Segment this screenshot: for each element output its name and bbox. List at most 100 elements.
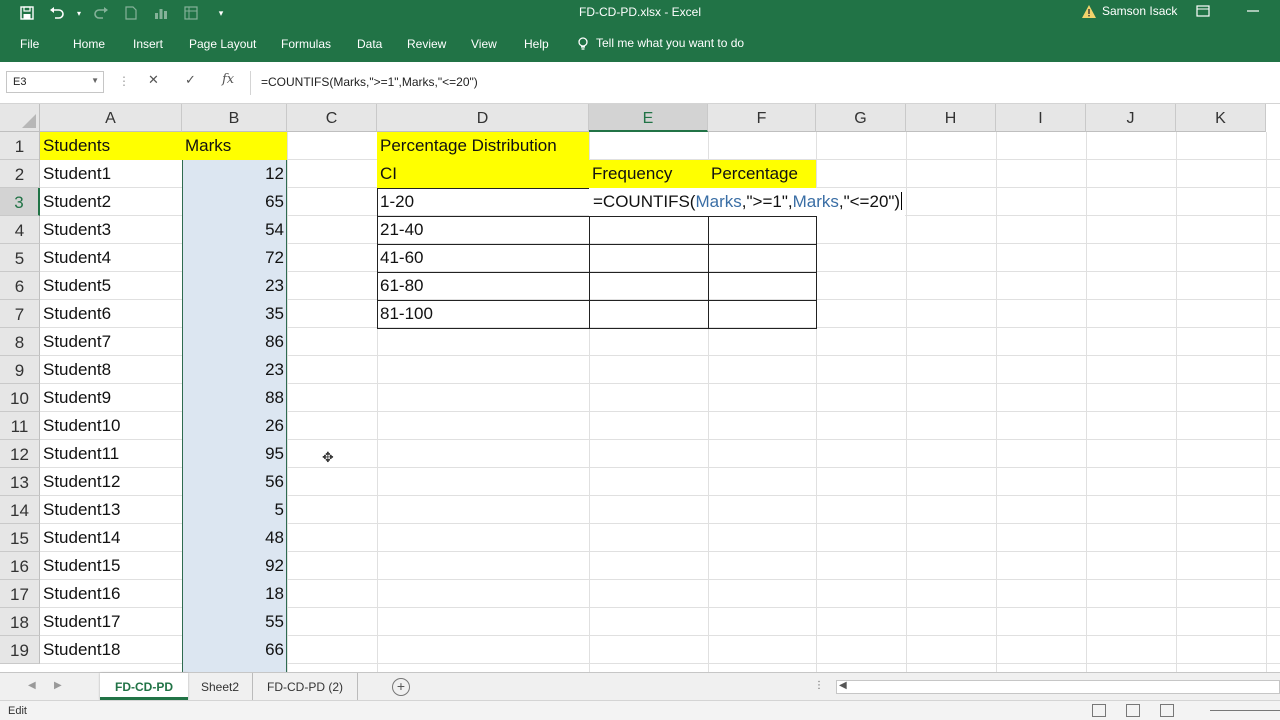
- tab-help[interactable]: Help: [524, 37, 549, 51]
- column-header-f[interactable]: F: [708, 104, 816, 132]
- tab-file[interactable]: File: [20, 37, 39, 51]
- column-header-j[interactable]: J: [1086, 104, 1176, 132]
- cell-student-mark[interactable]: 5: [182, 496, 287, 524]
- cell-class-interval[interactable]: 81-100: [377, 300, 589, 328]
- tab-split-handle-icon[interactable]: ⋮: [814, 680, 824, 691]
- cell-student-mark[interactable]: 65: [182, 188, 287, 216]
- cell-student-name[interactable]: Student3: [40, 216, 182, 244]
- user-account[interactable]: Samson Isack: [1082, 4, 1177, 18]
- cell-student-name[interactable]: Student1: [40, 160, 182, 188]
- select-all-corner[interactable]: [0, 104, 40, 132]
- tab-home[interactable]: Home: [73, 37, 105, 51]
- cell-class-interval[interactable]: 1-20: [377, 188, 589, 216]
- cell-student-mark[interactable]: 72: [182, 244, 287, 272]
- column-header-k[interactable]: K: [1176, 104, 1266, 132]
- row-header-5[interactable]: 5: [0, 244, 40, 272]
- sheet-tab-fd-cd-pd[interactable]: FD-CD-PD: [100, 673, 188, 700]
- column-header-d[interactable]: D: [377, 104, 589, 132]
- row-header-14[interactable]: 14: [0, 496, 40, 524]
- cell-student-name[interactable]: Student2: [40, 188, 182, 216]
- cell-student-mark[interactable]: 95: [182, 440, 287, 468]
- cell-student-name[interactable]: Student6: [40, 300, 182, 328]
- cell-student-name[interactable]: Student7: [40, 328, 182, 356]
- cell-student-name[interactable]: Student10: [40, 412, 182, 440]
- cell-student-mark[interactable]: 88: [182, 384, 287, 412]
- row-header-4[interactable]: 4: [0, 216, 40, 244]
- column-header-e[interactable]: E: [589, 104, 708, 132]
- row-header-11[interactable]: 11: [0, 412, 40, 440]
- cell-student-mark[interactable]: 56: [182, 468, 287, 496]
- row-header-19[interactable]: 19: [0, 636, 40, 664]
- cell-student-mark[interactable]: 48: [182, 524, 287, 552]
- tab-review[interactable]: Review: [407, 37, 446, 51]
- tab-view[interactable]: View: [471, 37, 497, 51]
- cell-e2-frequency-header[interactable]: Frequency: [589, 160, 708, 188]
- name-box-dropdown-icon[interactable]: ▼: [91, 76, 99, 85]
- tab-insert[interactable]: Insert: [133, 37, 163, 51]
- cell-d1-distribution-title[interactable]: Percentage Distribution: [377, 132, 589, 160]
- enter-check-icon[interactable]: ✓: [185, 72, 196, 88]
- row-header-17[interactable]: 17: [0, 580, 40, 608]
- name-box[interactable]: E3 ▼: [6, 71, 104, 93]
- cell-class-interval[interactable]: 21-40: [377, 216, 589, 244]
- cell-b1-marks-header[interactable]: Marks: [182, 132, 287, 160]
- formula-input[interactable]: =COUNTIFS(Marks,">=1",Marks,"<=20"): [250, 71, 1280, 95]
- column-header-g[interactable]: G: [816, 104, 906, 132]
- row-header-16[interactable]: 16: [0, 552, 40, 580]
- row-header-18[interactable]: 18: [0, 608, 40, 636]
- tab-formulas[interactable]: Formulas: [281, 37, 331, 51]
- sheet-tab-fd-cd-pd-2[interactable]: FD-CD-PD (2): [252, 673, 358, 700]
- cell-student-name[interactable]: Student8: [40, 356, 182, 384]
- row-header-13[interactable]: 13: [0, 468, 40, 496]
- cell-student-mark[interactable]: 86: [182, 328, 287, 356]
- horizontal-scrollbar[interactable]: ◀: [836, 680, 1280, 694]
- cell-f2-percentage-header[interactable]: Percentage: [708, 160, 816, 188]
- normal-view-icon[interactable]: [1092, 704, 1106, 717]
- row-header-7[interactable]: 7: [0, 300, 40, 328]
- cell-student-name[interactable]: Student17: [40, 608, 182, 636]
- row-header-9[interactable]: 9: [0, 356, 40, 384]
- add-sheet-icon[interactable]: +: [392, 678, 410, 696]
- column-header-i[interactable]: I: [996, 104, 1086, 132]
- cell-student-mark[interactable]: 55: [182, 608, 287, 636]
- cell-student-name[interactable]: Student11: [40, 440, 182, 468]
- cell-e3-editing[interactable]: =COUNTIFS(Marks,">=1",Marks,"<=20"): [589, 188, 906, 216]
- cell-student-mark[interactable]: 23: [182, 356, 287, 384]
- cell-student-mark[interactable]: 54: [182, 216, 287, 244]
- insert-function-icon[interactable]: fx: [222, 72, 234, 87]
- cell-student-name[interactable]: Student12: [40, 468, 182, 496]
- column-header-b[interactable]: B: [182, 104, 287, 132]
- cell-student-mark[interactable]: 23: [182, 272, 287, 300]
- cell-student-mark[interactable]: 92: [182, 552, 287, 580]
- zoom-slider[interactable]: [1210, 710, 1280, 711]
- column-header-a[interactable]: A: [40, 104, 182, 132]
- row-header-12[interactable]: 12: [0, 440, 40, 468]
- cell-student-name[interactable]: Student4: [40, 244, 182, 272]
- cell-student-name[interactable]: Student15: [40, 552, 182, 580]
- minimize-icon[interactable]: [1246, 4, 1260, 22]
- row-header-1[interactable]: 1: [0, 132, 40, 160]
- tab-data[interactable]: Data: [357, 37, 382, 51]
- cell-a1-students-header[interactable]: Students: [40, 132, 182, 160]
- cell-student-mark[interactable]: 18: [182, 580, 287, 608]
- cell-student-mark[interactable]: 35: [182, 300, 287, 328]
- row-header-8[interactable]: 8: [0, 328, 40, 356]
- tab-page-layout[interactable]: Page Layout: [189, 37, 256, 51]
- cell-student-mark[interactable]: 66: [182, 636, 287, 664]
- cell-class-interval[interactable]: 61-80: [377, 272, 589, 300]
- cell-student-name[interactable]: Student9: [40, 384, 182, 412]
- sheet-prev-icon[interactable]: ◀: [28, 680, 36, 691]
- row-header-10[interactable]: 10: [0, 384, 40, 412]
- cell-student-mark[interactable]: 12: [182, 160, 287, 188]
- row-header-3[interactable]: 3: [0, 188, 40, 216]
- column-header-c[interactable]: C: [287, 104, 377, 132]
- row-header-2[interactable]: 2: [0, 160, 40, 188]
- sheet-tab-sheet2[interactable]: Sheet2: [188, 673, 252, 700]
- cell-d2-ci-header[interactable]: CI: [377, 160, 589, 188]
- cell-student-mark[interactable]: 26: [182, 412, 287, 440]
- page-layout-view-icon[interactable]: [1126, 704, 1140, 717]
- column-header-h[interactable]: H: [906, 104, 996, 132]
- tell-me-search[interactable]: Tell me what you want to do: [576, 36, 744, 50]
- cell-student-name[interactable]: Student5: [40, 272, 182, 300]
- ribbon-display-options-icon[interactable]: [1196, 4, 1210, 22]
